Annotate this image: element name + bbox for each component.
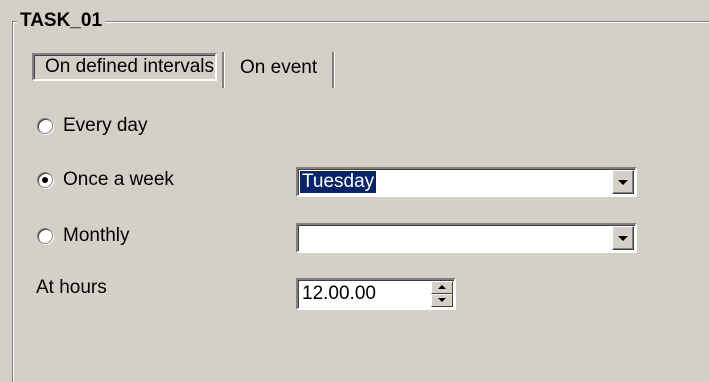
once-a-week-label: Once a week <box>63 169 174 190</box>
every-day-label: Every day <box>63 115 148 136</box>
month-day-select[interactable] <box>296 223 637 253</box>
once-a-week-option[interactable]: Once a week <box>37 168 174 192</box>
at-hours-value[interactable]: 12.00.00 <box>302 283 376 305</box>
monthly-label: Monthly <box>63 225 130 246</box>
tab-divider <box>222 52 224 88</box>
tab-on-event-label: On event <box>240 57 318 78</box>
tab-on-event[interactable]: On event <box>240 48 330 88</box>
group-title: TASK_01 <box>17 9 106 33</box>
month-day-select-value <box>300 227 304 249</box>
weekday-select[interactable]: Tuesday <box>296 167 637 197</box>
monthly-option[interactable]: Monthly <box>37 224 130 248</box>
once-a-week-radio[interactable] <box>37 172 53 188</box>
at-hours-spinner[interactable]: 12.00.00 <box>296 278 456 310</box>
monthly-radio[interactable] <box>37 228 53 244</box>
arrow-down-icon[interactable] <box>431 294 453 307</box>
chevron-down-icon[interactable] <box>612 226 634 250</box>
arrow-up-icon[interactable] <box>431 281 453 294</box>
tab-on-defined-intervals-label: On defined intervals <box>32 53 217 81</box>
every-day-radio[interactable] <box>37 118 53 134</box>
weekday-select-value: Tuesday <box>300 171 377 193</box>
chevron-down-icon[interactable] <box>612 170 634 194</box>
tab-on-defined-intervals[interactable]: On defined intervals <box>21 48 217 88</box>
every-day-option[interactable]: Every day <box>37 114 147 138</box>
tab-divider <box>332 52 334 88</box>
at-hours-label: At hours <box>36 277 107 298</box>
